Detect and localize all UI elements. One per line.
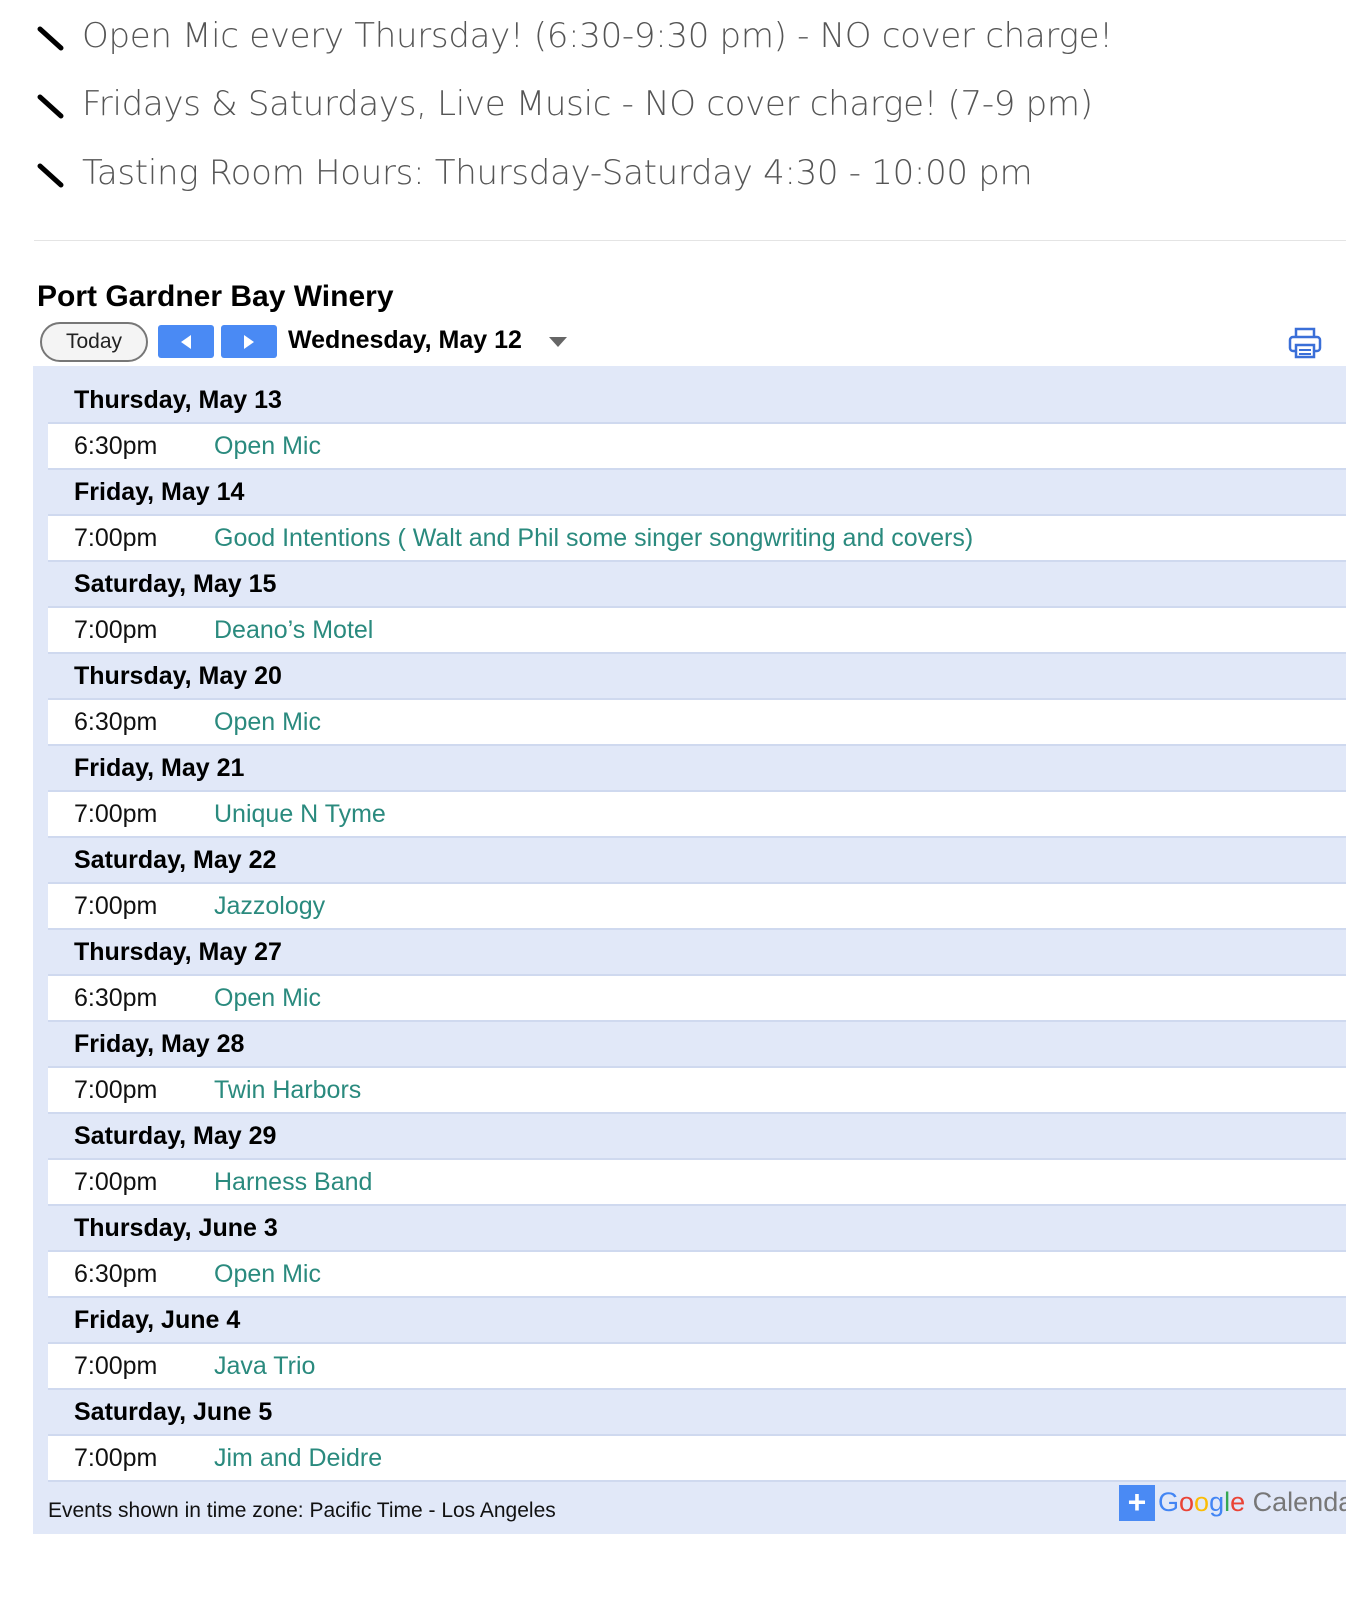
day-label: Friday, May 28 — [74, 1030, 245, 1058]
timezone-note: Events shown in time zone: Pacific Time … — [48, 1499, 556, 1522]
event-row[interactable]: 7:00pm Twin Harbors — [48, 1066, 1346, 1114]
event-time: 7:00pm — [74, 1352, 158, 1380]
previous-button[interactable] — [158, 325, 214, 358]
announcement-item: Fridays & Saturdays, Live Music - NO cov… — [36, 78, 1093, 130]
day-label: Thursday, May 20 — [74, 662, 282, 690]
day-header: Friday, May 14 — [48, 470, 1346, 514]
event-row[interactable]: 6:30pm Open Mic — [48, 698, 1346, 746]
calendar-title: Port Gardner Bay Winery — [37, 280, 394, 313]
next-button[interactable] — [221, 325, 277, 358]
event-row[interactable]: 6:30pm Open Mic — [48, 974, 1346, 1022]
day-label: Friday, June 4 — [74, 1306, 241, 1334]
announcement-text: Open Mic every Thursday! (6:30-9:30 pm) … — [82, 16, 1113, 56]
chevron-down-icon[interactable] — [548, 336, 568, 348]
event-title[interactable]: Open Mic — [214, 1260, 321, 1289]
today-button[interactable]: Today — [40, 322, 148, 362]
event-time: 6:30pm — [74, 984, 158, 1012]
plus-icon: + — [1119, 1485, 1155, 1521]
event-row[interactable]: 7:00pm Java Trio — [48, 1342, 1346, 1390]
event-title[interactable]: Twin Harbors — [214, 1076, 361, 1105]
calendar-toolbar: Today Wednesday, May 12 — [40, 322, 1346, 362]
pin-icon — [37, 26, 64, 51]
pin-icon — [37, 94, 64, 119]
day-label: Thursday, May 13 — [74, 386, 282, 414]
day-header: Saturday, May 29 — [48, 1114, 1346, 1158]
announcement-text: Tasting Room Hours: Thursday-Saturday 4:… — [82, 153, 1033, 193]
day-header: Friday, May 21 — [48, 746, 1346, 790]
event-time: 7:00pm — [74, 800, 158, 828]
day-header: Thursday, May 20 — [48, 654, 1346, 698]
google-calendar-logo-text: Google Calendar — [1158, 1487, 1346, 1517]
event-row[interactable]: 7:00pm Jim and Deidre — [48, 1434, 1346, 1482]
event-row[interactable]: 7:00pm Harness Band — [48, 1158, 1346, 1206]
day-header: Thursday, June 3 — [48, 1206, 1346, 1250]
event-row[interactable]: 7:00pm Jazzology — [48, 882, 1346, 930]
day-header: Friday, May 28 — [48, 1022, 1346, 1066]
event-title[interactable]: Deano’s Motel — [214, 616, 373, 645]
day-label: Friday, May 21 — [74, 754, 245, 782]
day-header: Friday, June 4 — [48, 1298, 1346, 1342]
event-time: 7:00pm — [74, 616, 158, 644]
event-time: 7:00pm — [74, 524, 158, 552]
event-row[interactable]: 7:00pm Deano’s Motel — [48, 606, 1346, 654]
event-time: 6:30pm — [74, 432, 158, 460]
chevron-right-icon — [244, 334, 254, 349]
day-label: Friday, May 14 — [74, 478, 245, 506]
event-title[interactable]: Harness Band — [214, 1168, 372, 1197]
print-icon[interactable] — [1288, 326, 1322, 360]
announcement-item: Tasting Room Hours: Thursday-Saturday 4:… — [36, 147, 1033, 199]
event-time: 6:30pm — [74, 1260, 158, 1288]
chevron-left-icon — [181, 334, 191, 349]
event-title[interactable]: Java Trio — [214, 1352, 315, 1381]
day-header: Saturday, June 5 — [48, 1390, 1346, 1434]
event-row[interactable]: 6:30pm Open Mic — [48, 1250, 1346, 1298]
day-label: Saturday, May 22 — [74, 846, 277, 874]
day-header: Saturday, May 15 — [48, 562, 1346, 606]
google-calendar-badge[interactable]: + Google Calendar — [1119, 1485, 1346, 1521]
announcement-item: Open Mic every Thursday! (6:30-9:30 pm) … — [36, 10, 1113, 62]
day-header: Thursday, May 13 — [48, 378, 1346, 422]
day-label: Thursday, May 27 — [74, 938, 282, 966]
event-time: 7:00pm — [74, 1076, 158, 1104]
day-label: Saturday, May 15 — [74, 570, 277, 598]
event-title[interactable]: Jazzology — [214, 892, 325, 921]
event-title[interactable]: Jim and Deidre — [214, 1444, 382, 1473]
event-time: 7:00pm — [74, 1168, 158, 1196]
event-title[interactable]: Open Mic — [214, 432, 321, 461]
day-header: Saturday, May 22 — [48, 838, 1346, 882]
event-row[interactable]: 7:00pm Good Intentions ( Walt and Phil so… — [48, 514, 1346, 562]
day-header: Thursday, May 27 — [48, 930, 1346, 974]
event-row[interactable]: 6:30pm Open Mic — [48, 422, 1346, 470]
event-time: 6:30pm — [74, 708, 158, 736]
pin-icon — [37, 163, 64, 188]
section-divider — [34, 240, 1346, 241]
current-date[interactable]: Wednesday, May 12 — [288, 326, 522, 355]
event-row[interactable]: 7:00pm Unique N Tyme — [48, 790, 1346, 838]
event-title[interactable]: Open Mic — [214, 984, 321, 1013]
event-time: 7:00pm — [74, 1444, 158, 1472]
day-label: Saturday, June 5 — [74, 1398, 273, 1426]
event-title[interactable]: Open Mic — [214, 708, 321, 737]
event-time: 7:00pm — [74, 892, 158, 920]
announcement-text: Fridays & Saturdays, Live Music - NO cov… — [82, 84, 1093, 124]
event-title[interactable]: Good Intentions ( Walt and Phil some sin… — [214, 524, 973, 553]
day-label: Saturday, May 29 — [74, 1122, 277, 1150]
day-label: Thursday, June 3 — [74, 1214, 278, 1242]
event-title[interactable]: Unique N Tyme — [214, 800, 386, 829]
agenda-list: Thursday, May 13 6:30pm Open Mic Friday, … — [33, 366, 1346, 1534]
